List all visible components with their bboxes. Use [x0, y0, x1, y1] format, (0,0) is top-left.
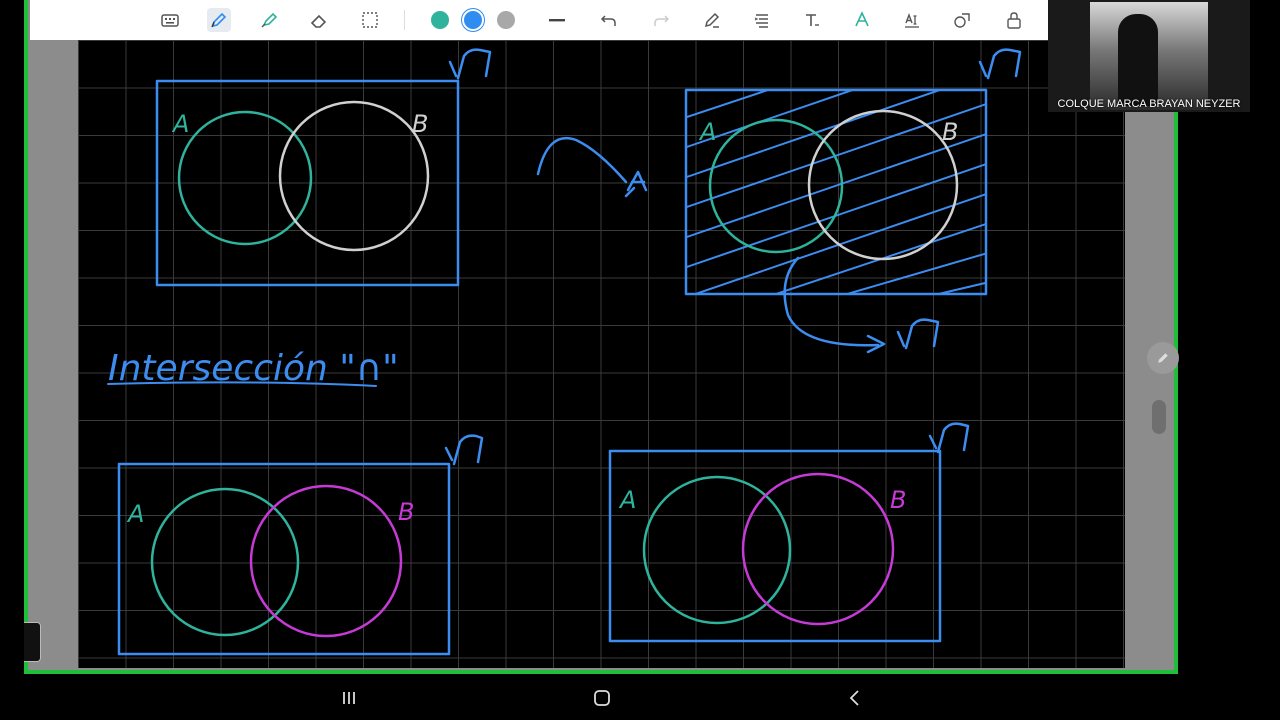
color-swatch-teal[interactable]: [431, 11, 449, 29]
text-recognize-icon[interactable]: [900, 8, 924, 32]
label-b-top-left: B: [412, 110, 428, 138]
floating-pen-button[interactable]: [1147, 342, 1179, 374]
side-panel-toggle[interactable]: [24, 622, 41, 662]
pen-fab-icon: [1158, 353, 1168, 363]
label-b-top-right: B: [942, 118, 958, 146]
eraser-icon[interactable]: [307, 8, 331, 32]
text-align-icon[interactable]: [750, 8, 774, 32]
toolbar-divider: [404, 10, 405, 30]
venn-diagram-intersection-2: [608, 422, 970, 643]
participant-silhouette: [1118, 14, 1158, 106]
redo-icon[interactable]: [649, 8, 673, 32]
venn-diagram-universe-shaded: [684, 48, 1022, 354]
venn-diagram-universe-ab: [155, 48, 492, 287]
label-a-top-right: A: [698, 118, 716, 146]
undo-icon[interactable]: [597, 8, 621, 32]
label-b-bottom-left: B: [398, 498, 414, 526]
pen-settings-icon[interactable]: [700, 8, 724, 32]
participant-video-tile[interactable]: COLQUE MARCA BRAYAN NEYZER: [1048, 0, 1250, 112]
section-title-interseccion: Intersección "∩": [108, 348, 399, 389]
participant-name: COLQUE MARCA BRAYAN NEYZER: [1057, 98, 1241, 110]
handwriting-text-icon[interactable]: [850, 8, 874, 32]
lock-icon[interactable]: [1002, 8, 1026, 32]
venn-diagram-intersection-1: [117, 434, 484, 656]
label-a-bottom-left: A: [126, 500, 144, 528]
text-icon[interactable]: [800, 8, 824, 32]
label-b-bottom-right: B: [890, 486, 906, 514]
transition-arrow: [536, 136, 628, 184]
keyboard-icon[interactable]: [158, 8, 182, 32]
label-a-top-left: A: [171, 110, 189, 138]
toolbar: [30, 0, 1048, 40]
highlighter-icon[interactable]: [257, 8, 281, 32]
back-icon[interactable]: [843, 686, 867, 710]
lasso-select-icon[interactable]: [358, 8, 382, 32]
shapes-icon[interactable]: [950, 8, 974, 32]
line-width-icon[interactable]: [545, 8, 569, 32]
transition-arrow-head: [624, 170, 648, 198]
color-swatch-blue[interactable]: [464, 11, 482, 29]
color-swatch-gray[interactable]: [497, 11, 515, 29]
pen-icon[interactable]: [207, 8, 231, 32]
whiteboard-canvas[interactable]: A B A B A B A B Intersección "∩": [78, 40, 1125, 668]
label-a-bottom-right: A: [618, 486, 636, 514]
canvas-scroll-handle[interactable]: [1152, 400, 1166, 434]
left-margin: [28, 40, 78, 668]
recent-apps-icon[interactable]: [337, 686, 361, 710]
system-navigation-bar: [0, 674, 1280, 720]
home-icon[interactable]: [590, 686, 614, 710]
